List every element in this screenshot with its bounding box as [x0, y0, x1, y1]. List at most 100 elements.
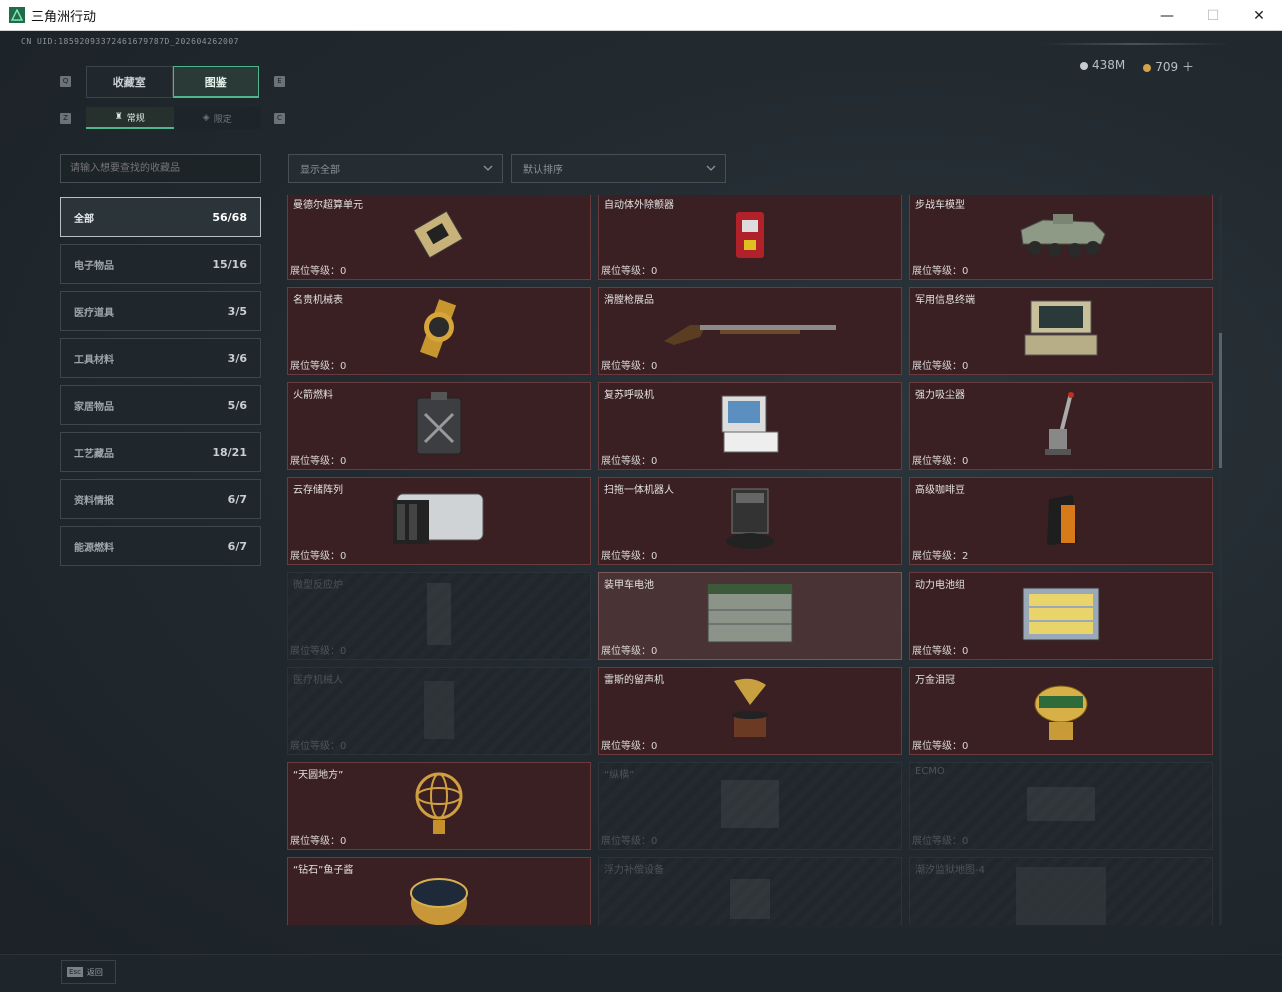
- tab-collection-room[interactable]: 收藏室: [86, 66, 173, 98]
- collection-card[interactable]: 动力电池组 展位等级：0: [909, 572, 1213, 660]
- sort-dropdown[interactable]: 默认排序: [511, 154, 726, 183]
- category-item[interactable]: 电子物品 15/16: [60, 244, 261, 284]
- item-name: 滑膛枪展品: [604, 295, 654, 306]
- booth-level-value: 0: [340, 836, 347, 847]
- limited-icon: ◈: [202, 113, 210, 123]
- collection-card[interactable]: 自动体外除颤器 展位等级：0: [598, 195, 902, 280]
- category-item[interactable]: 医疗道具 3/5: [60, 291, 261, 331]
- collection-card[interactable]: 医疗机械人 展位等级：0: [287, 667, 591, 755]
- collection-card[interactable]: 火箭燃料 展位等级：0: [287, 382, 591, 470]
- collection-card[interactable]: 强力吸尘器 展位等级：0: [909, 382, 1213, 470]
- booth-level-label: 展位等级：: [290, 266, 340, 277]
- robot-mop-icon: [722, 485, 778, 557]
- booth-level-label: 展位等级：: [601, 456, 651, 467]
- booth-level-label: 展位等级：: [912, 836, 962, 847]
- maximize-button[interactable]: ☐: [1190, 0, 1236, 31]
- booth-level-value: 0: [651, 456, 658, 467]
- category-item[interactable]: 工具材料 3/6: [60, 338, 261, 378]
- tab-catalog[interactable]: 图鉴: [172, 66, 259, 98]
- category-count: 3/6: [227, 351, 247, 365]
- category-item[interactable]: 家居物品 5/6: [60, 385, 261, 425]
- collection-card[interactable]: 高级咖啡豆 展位等级：2: [909, 477, 1213, 565]
- collection-card[interactable]: 万金泪冠 展位等级：0: [909, 667, 1213, 755]
- category-item[interactable]: 资料情报 6/7: [60, 479, 261, 519]
- tab-limited[interactable]: ◈ 限定: [173, 107, 261, 129]
- booth-level-value: 0: [340, 551, 347, 562]
- currency-item-premium[interactable]: 709 ＋: [1143, 58, 1194, 75]
- collection-card[interactable]: 名贵机械表展位等级：0: [287, 287, 591, 375]
- category-label: 工具材料: [74, 354, 114, 366]
- musket-icon: [660, 311, 840, 351]
- collection-card[interactable]: 浮力补偿设备: [598, 857, 902, 925]
- collection-card[interactable]: 雷斯的留声机 展位等级：0: [598, 667, 902, 755]
- category-item[interactable]: 能源燃料 6/7: [60, 526, 261, 566]
- booth-level: 展位等级：0: [912, 737, 968, 752]
- close-button[interactable]: ✕: [1236, 0, 1282, 31]
- collection-card[interactable]: 军用信息终端 展位等级：0: [909, 287, 1213, 375]
- category-label: 家居物品: [74, 401, 114, 413]
- collection-card[interactable]: “钻石”鱼子酱: [287, 857, 591, 925]
- item-name: 名贵机械表: [293, 295, 343, 306]
- booth-level-label: 展位等级：: [290, 551, 340, 562]
- booth-level-value: 0: [962, 741, 969, 752]
- fuel-can-icon: [411, 390, 467, 462]
- collection-card[interactable]: 潮汐监狱地图-4: [909, 857, 1213, 925]
- category-item[interactable]: 全部 56/68: [60, 197, 261, 237]
- booth-level-value: 0: [962, 456, 969, 467]
- collection-card[interactable]: 装甲车电池 展位等级：0: [598, 572, 902, 660]
- item-name: 复苏呼吸机: [604, 390, 654, 401]
- category-count: 15/16: [212, 257, 247, 271]
- reactor-icon: [419, 579, 459, 653]
- collection-card[interactable]: 步战车模型 展位等级：0: [909, 195, 1213, 280]
- booth-level-label: 展位等级：: [912, 266, 962, 277]
- booth-level-value: 0: [651, 646, 658, 657]
- collection-card[interactable]: 扫拖一体机器人 展位等级：0: [598, 477, 902, 565]
- caviar-tin-icon: [407, 867, 471, 925]
- booth-level-value: 0: [651, 741, 658, 752]
- item-name: “钻石”鱼子酱: [293, 865, 354, 876]
- jeweled-egg-icon: [1029, 674, 1093, 748]
- booth-level-value: 2: [962, 551, 969, 562]
- category-item[interactable]: 工艺藏品 18/21: [60, 432, 261, 472]
- collection-card[interactable]: 曼德尔超算单元 展位等级：0: [287, 195, 591, 280]
- main-tabs: 收藏室 图鉴: [86, 66, 259, 98]
- collection-card[interactable]: 复苏呼吸机展位等级：0: [598, 382, 902, 470]
- category-count: 6/7: [227, 492, 247, 506]
- booth-level-value: 0: [651, 551, 658, 562]
- collection-card[interactable]: “天圆地方” 展位等级：0: [287, 762, 591, 850]
- booth-level-value: 0: [340, 456, 347, 467]
- tab-regular[interactable]: ♜ 常规: [86, 107, 174, 129]
- category-count: 56/68: [212, 210, 247, 224]
- booth-level-label: 展位等级：: [912, 456, 962, 467]
- booth-level: 展位等级：0: [290, 547, 346, 562]
- booth-level: 展位等级：0: [290, 357, 346, 372]
- back-button[interactable]: Esc 返回: [61, 960, 116, 984]
- collection-card[interactable]: 微型反应炉 展位等级：0: [287, 572, 591, 660]
- premium-coin-icon: [1143, 63, 1152, 72]
- item-name: 步战车模型: [915, 200, 965, 211]
- booth-level: 展位等级：0: [601, 832, 657, 847]
- collection-card[interactable]: 云存储阵列展位等级：0: [287, 477, 591, 565]
- booth-level: 展位等级：0: [912, 357, 968, 372]
- collection-card[interactable]: ECMO 展位等级：0: [909, 762, 1213, 850]
- collection-card[interactable]: 滑膛枪展品 展位等级：0: [598, 287, 902, 375]
- category-count: 18/21: [212, 445, 247, 459]
- search-input[interactable]: [60, 154, 261, 183]
- currency-display: 438M 709 ＋: [1080, 58, 1194, 75]
- scroll-track[interactable]: [1219, 195, 1222, 925]
- item-name: 浮力补偿设备: [604, 865, 664, 876]
- booth-level-value: 0: [340, 646, 347, 657]
- category-count: 6/7: [227, 539, 247, 553]
- circuit-board-icon: [409, 204, 469, 268]
- catalog-grid: 曼德尔超算单元 展位等级：0 自动体外除颤器 展位等级：0 步战车模型 展位等级：0 名贵机…: [287, 195, 1213, 925]
- display-filter-dropdown[interactable]: 显示全部: [288, 154, 503, 183]
- collection-card[interactable]: “纵横” 展位等级：0: [598, 762, 902, 850]
- minimize-button[interactable]: —: [1144, 0, 1190, 31]
- battery-icon: [702, 580, 798, 652]
- catalog-grid-viewport: 曼德尔超算单元 展位等级：0 自动体外除颤器 展位等级：0 步战车模型 展位等级：0 名贵机…: [287, 195, 1214, 925]
- scrollbar-thumb[interactable]: [1219, 333, 1222, 468]
- booth-level-label: 展位等级：: [290, 741, 340, 752]
- item-name: 潮汐监狱地图-4: [915, 865, 985, 876]
- booth-level: 展位等级：0: [912, 642, 968, 657]
- item-name: 云存储阵列: [293, 485, 343, 496]
